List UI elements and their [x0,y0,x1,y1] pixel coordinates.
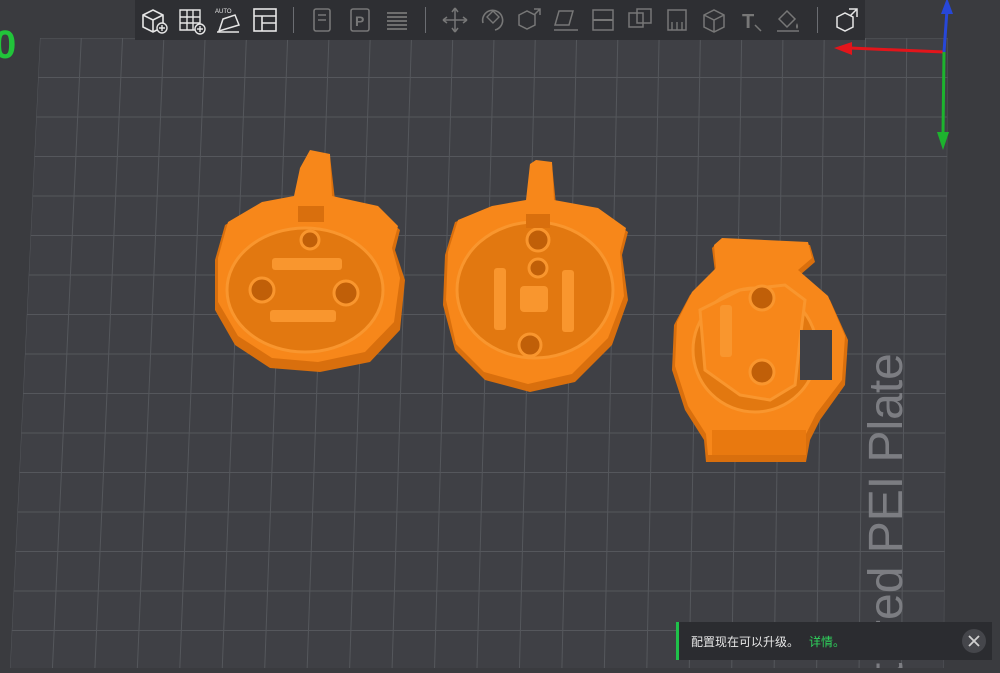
plate-label: xtured PEI Plate [860,353,913,668]
svg-text:T: T [742,11,754,33]
support-paint-button[interactable] [661,3,694,37]
move-button[interactable] [438,3,471,37]
svg-text:P: P [355,13,364,29]
support-icon [667,9,688,31]
upgrade-notification: 配置现在可以升级。 详情。 [676,622,992,660]
lay-flat-icon [554,10,579,31]
color-paint-button[interactable] [772,3,805,37]
close-icon [968,635,980,647]
grid-plus-icon [178,9,206,35]
scale-button[interactable] [513,3,546,37]
cut-button[interactable] [587,3,620,37]
svg-text:AUTO: AUTO [215,9,232,15]
p-icon: P [350,8,370,32]
rotate-icon [481,9,504,31]
add-plate-button[interactable] [174,3,207,37]
seam-paint-button[interactable] [698,3,731,37]
z-axis-arrow [941,0,953,14]
main-toolbar: AUTO P T [135,0,865,40]
notice-close-button[interactable] [962,629,986,653]
move-icon [442,7,468,33]
copy-button[interactable] [306,3,339,37]
scale-icon [518,8,541,30]
rotate-button[interactable] [475,3,508,37]
paint-bucket-icon [777,9,800,32]
paste-button[interactable]: P [343,3,376,37]
assembly-icon [835,8,858,32]
auto-arrange-button[interactable]: AUTO [211,3,244,37]
cube-plus-icon [141,9,168,34]
boolean-button[interactable] [624,3,657,37]
boolean-icon [628,8,652,28]
add-object-button[interactable] [137,3,170,37]
text-button[interactable]: T [735,3,768,37]
lay-on-face-button[interactable] [550,3,583,37]
cube-icon [703,9,726,33]
toolbar-separator [293,7,295,33]
text-icon: T [742,11,762,33]
assembly-view-button[interactable] [830,3,863,37]
layers-icon [386,12,407,30]
notice-details-link[interactable]: 详情。 [809,633,845,650]
toolbar-separator [425,7,427,33]
auto-arrange-icon: AUTO [215,9,240,33]
copy-icon [312,8,331,32]
3d-viewport[interactable]: 0 xtured PEI Plate [0,0,1000,673]
layout-icon [252,8,277,32]
cut-icon [592,9,614,31]
split-view-button[interactable] [248,3,281,37]
layers-button[interactable] [380,3,413,37]
notice-message: 配置现在可以升级。 [691,634,800,649]
y-axis-line [941,51,946,135]
toolbar-separator [817,7,818,33]
build-plate-scene[interactable]: 0 xtured PEI Plate [0,0,1000,673]
bed-partial-label: 0 [0,23,16,67]
